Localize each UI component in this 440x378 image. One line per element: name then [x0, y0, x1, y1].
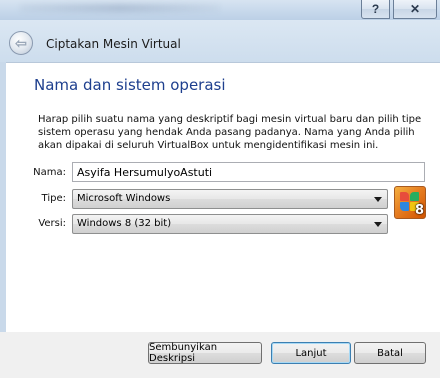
- help-button[interactable]: ?: [361, 0, 390, 19]
- version-select-value: Windows 8 (32 bit): [77, 218, 172, 229]
- back-button[interactable]: ⇦: [9, 31, 33, 55]
- version-select[interactable]: Windows 8 (32 bit): [72, 214, 388, 234]
- chevron-down-icon: [374, 222, 382, 227]
- version-label: Versi:: [38, 218, 66, 229]
- wizard-title: Ciptakan Mesin Virtual: [46, 37, 181, 51]
- type-select[interactable]: Microsoft Windows: [72, 189, 388, 209]
- page-title: Nama dan sistem operasi: [34, 76, 226, 94]
- help-icon: ?: [371, 2, 380, 16]
- close-button[interactable]: ✕: [393, 0, 437, 19]
- type-label: Tipe:: [41, 193, 66, 204]
- name-label: Nama:: [33, 167, 66, 178]
- close-icon: ✕: [409, 2, 421, 16]
- hide-description-button[interactable]: Sembunyikan Deskripsi: [148, 342, 262, 364]
- windows-logo-blue: [400, 202, 409, 211]
- titlebar-blurred-text: [20, 4, 220, 12]
- type-select-value: Microsoft Windows: [77, 193, 171, 204]
- os-version-number: 8: [414, 203, 424, 218]
- page-description: Harap pilih suatu nama yang deskriptif b…: [38, 114, 422, 151]
- back-arrow-icon: ⇦: [15, 34, 27, 51]
- cancel-button[interactable]: Batal: [354, 342, 426, 364]
- next-button[interactable]: Lanjut: [271, 342, 351, 364]
- windows-logo-green: [410, 192, 419, 201]
- wizard-header: ⇦ Ciptakan Mesin Virtual: [0, 20, 440, 62]
- chevron-down-icon: [374, 197, 382, 202]
- windows-8-os-icon: 8: [394, 186, 426, 219]
- name-input[interactable]: Asyifa HersumulyoAstuti: [72, 162, 425, 182]
- windows-logo-red: [400, 192, 409, 201]
- window-titlebar[interactable]: ? ✕: [0, 0, 440, 20]
